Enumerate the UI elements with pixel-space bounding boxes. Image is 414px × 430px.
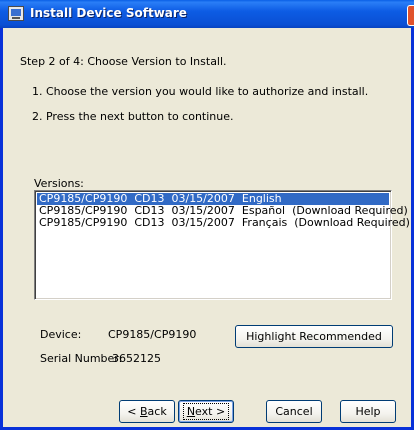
device-label: Device: bbox=[40, 328, 82, 341]
next-focus: Next > bbox=[182, 403, 230, 420]
step-heading: Step 2 of 4: Choose Version to Install. bbox=[20, 55, 227, 68]
next-mnemonic: N bbox=[186, 405, 196, 418]
back-mnemonic: B bbox=[140, 405, 148, 418]
serial-value: 3652125 bbox=[112, 352, 161, 365]
version-date: 03/15/2007 bbox=[171, 216, 235, 229]
help-button[interactable]: Help bbox=[340, 400, 396, 423]
highlight-recommended-label: Highlight Recommended bbox=[246, 330, 382, 343]
help-label: Help bbox=[355, 405, 381, 418]
computer-icon bbox=[8, 6, 24, 21]
next-button[interactable]: Next > bbox=[178, 400, 234, 423]
back-rest: ack bbox=[147, 405, 167, 418]
instruction-2: 2. Press the next button to continue. bbox=[32, 110, 234, 123]
instruction-1: 1. Choose the version you would like to … bbox=[32, 85, 369, 98]
window-title: Install Device Software bbox=[30, 6, 187, 20]
install-dialog: Install Device Software Step 2 of 4: Cho… bbox=[0, 0, 414, 430]
versions-label: Versions: bbox=[34, 177, 84, 190]
version-model: CP9185/CP9190 bbox=[39, 216, 128, 229]
device-value: CP9185/CP9190 bbox=[108, 328, 197, 341]
next-rest: ext > bbox=[195, 405, 226, 418]
back-button[interactable]: < Back bbox=[119, 400, 175, 423]
highlight-recommended-button[interactable]: Highlight Recommended bbox=[235, 325, 393, 348]
back-prefix: < bbox=[127, 405, 140, 418]
versions-listbox[interactable]: CP9185/CP9190 CD13 03/15/2007 English CP… bbox=[34, 190, 410, 300]
version-note: (Download Required) bbox=[294, 216, 410, 229]
cancel-button[interactable]: Cancel bbox=[266, 400, 322, 423]
version-language: Français bbox=[241, 216, 288, 229]
cancel-label: Cancel bbox=[275, 405, 313, 418]
serial-label: Serial Number: bbox=[40, 352, 123, 365]
version-row-francais[interactable]: CP9185/CP9190 CD13 03/15/2007 Français (… bbox=[37, 216, 410, 229]
close-button[interactable] bbox=[407, 5, 414, 26]
version-cd: CD13 bbox=[134, 216, 165, 229]
title-bar[interactable]: Install Device Software bbox=[0, 0, 414, 28]
